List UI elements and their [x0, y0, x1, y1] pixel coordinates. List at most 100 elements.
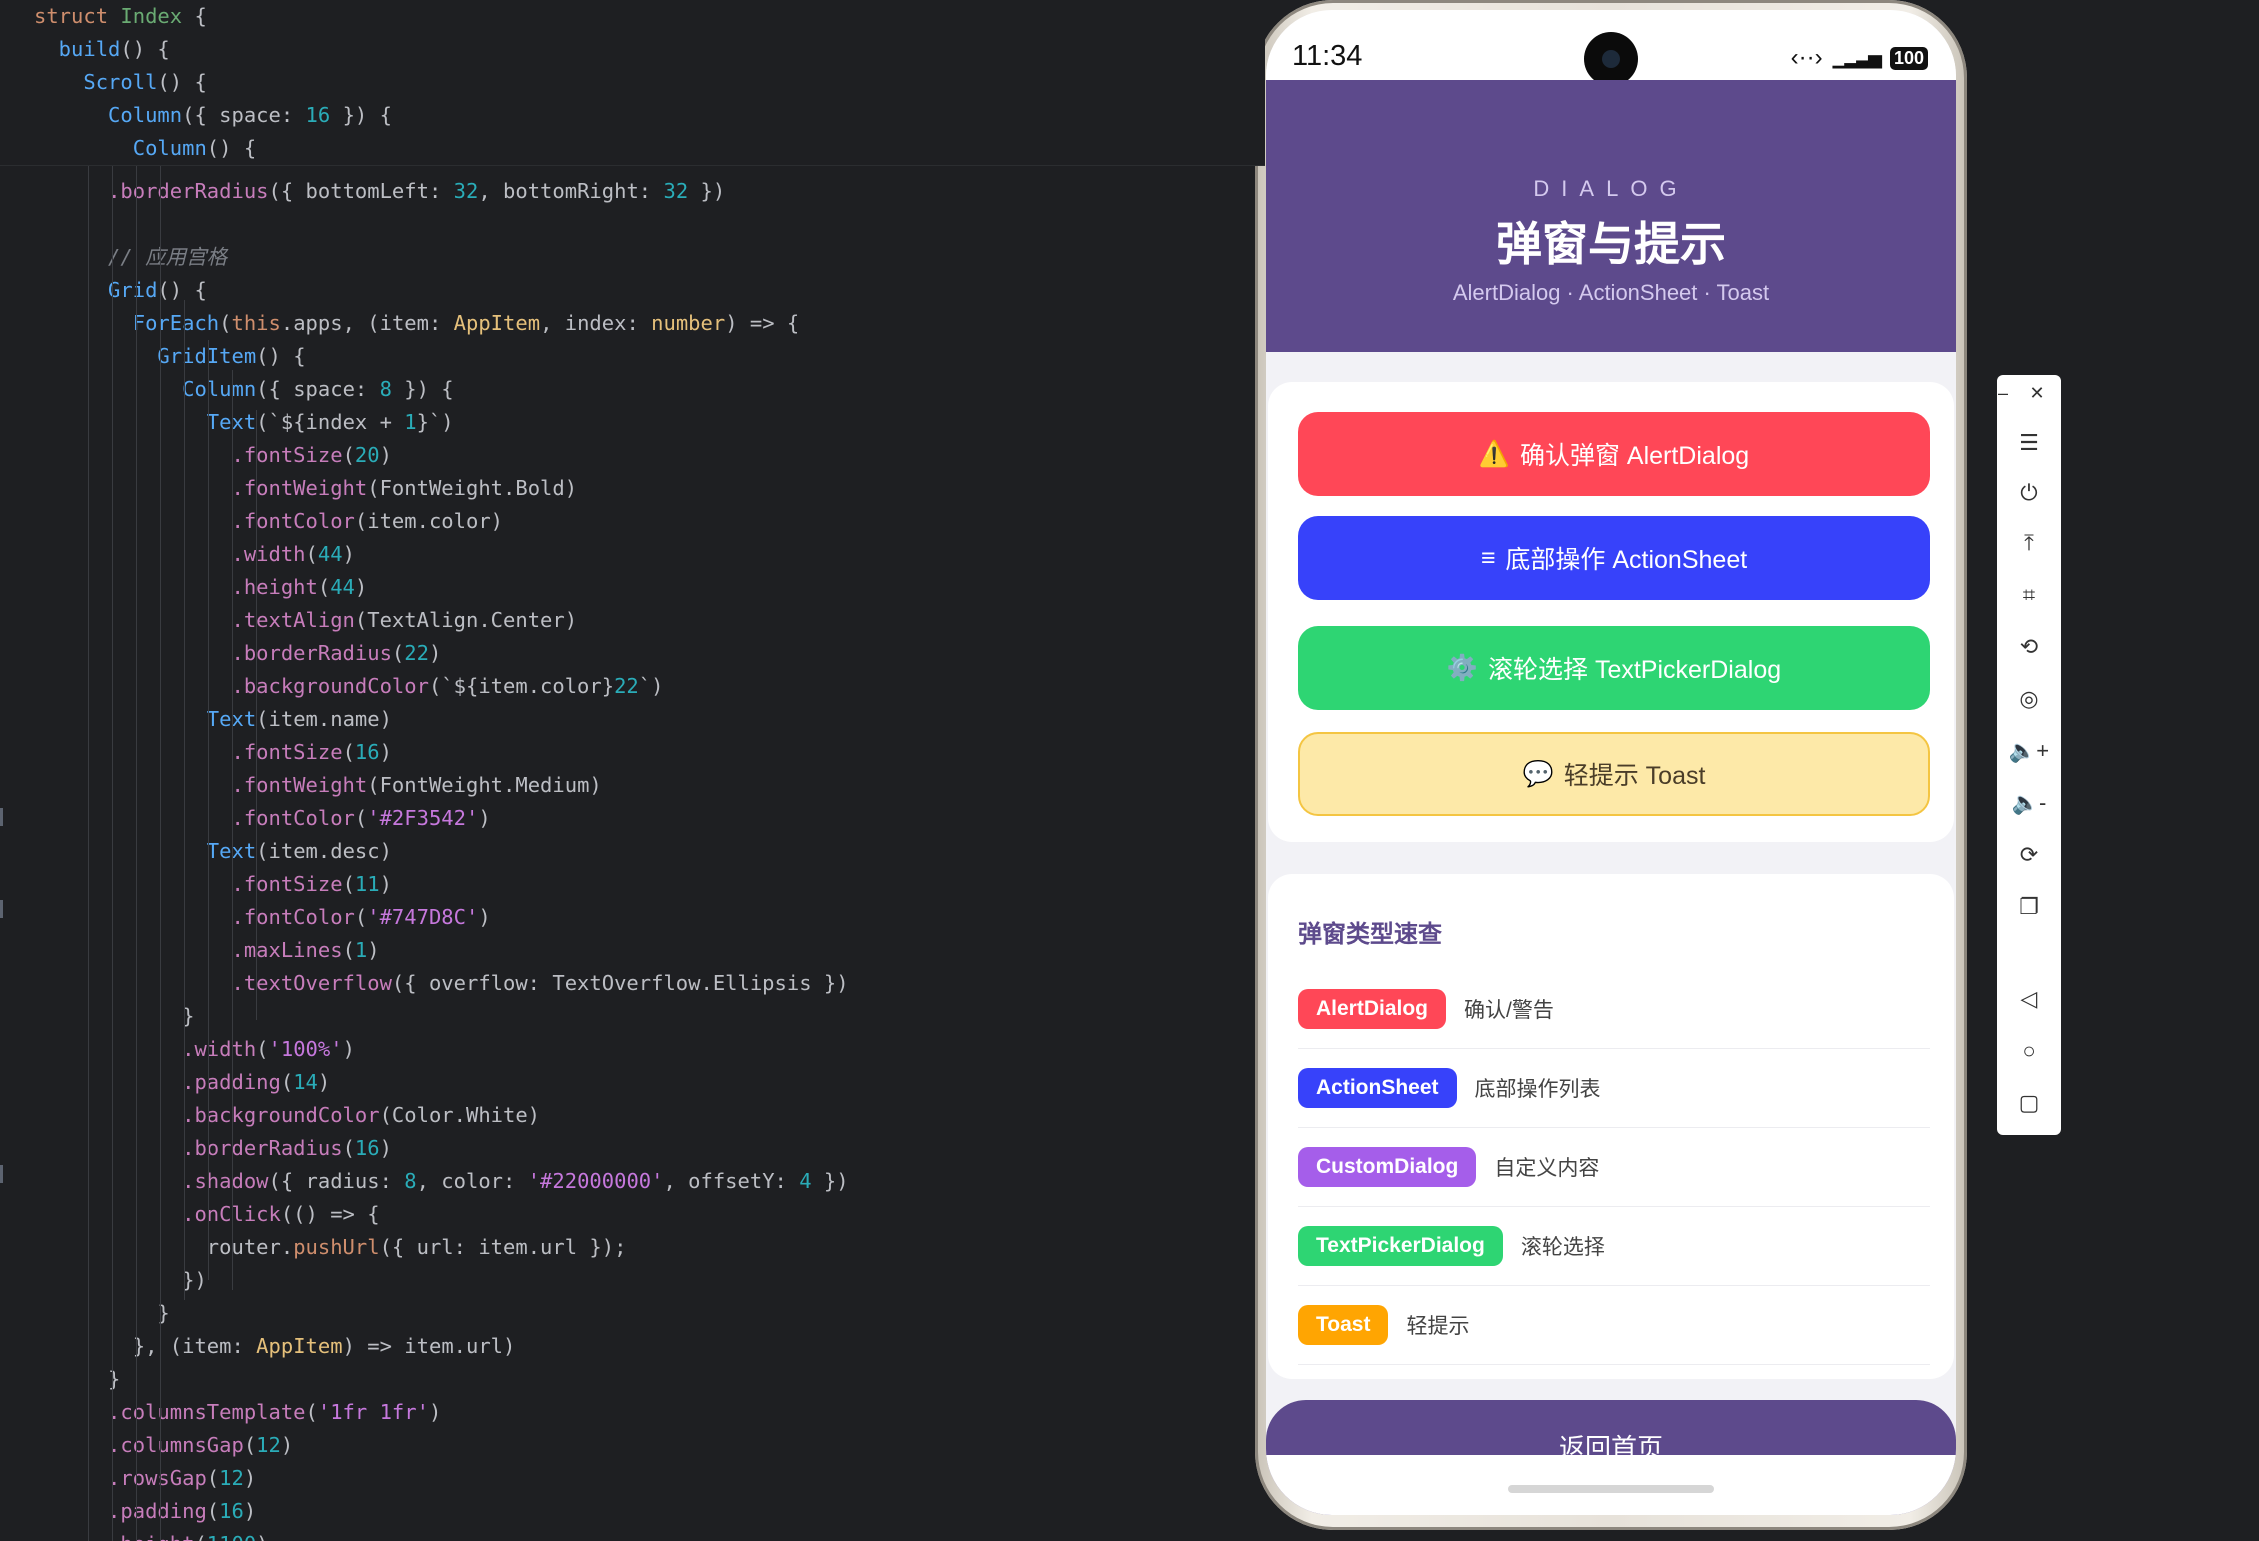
code-token: 1100 [207, 1532, 256, 1541]
code-line: .borderRadius({ bottomLeft: 32, bottomRi… [34, 175, 725, 207]
code-token: ) [379, 872, 392, 896]
code-token: .borderRadius [34, 1136, 343, 1160]
action-sheet-button[interactable]: ≡ 底部操作 ActionSheet [1298, 516, 1930, 600]
code-token: (`${item.color} [428, 674, 615, 698]
code-token: '100%' [268, 1037, 343, 1061]
code-token: (`${index + [256, 410, 405, 434]
code-token: .width [34, 542, 306, 566]
code-line: .fontColor('#747D8C') [34, 901, 490, 933]
code-token: '#747D8C' [367, 905, 479, 929]
button-label: 底部操作 ActionSheet [1505, 546, 1748, 574]
system-nav-bar [1266, 1455, 1956, 1515]
data-transfer-icon: ‹··› [1790, 44, 1823, 71]
button-label: 轻提示 Toast [1563, 762, 1706, 790]
volume-up-icon[interactable]: 🔈+ [1997, 733, 2061, 769]
code-token: .fontColor [34, 509, 355, 533]
code-token: (() => { [280, 1202, 380, 1226]
code-token: 16 [305, 103, 331, 127]
battery-icon: 100 [1889, 46, 1928, 70]
code-token: ) [256, 1532, 268, 1541]
front-camera [1584, 32, 1638, 86]
code-token: ( [305, 1400, 318, 1424]
code-token: AppItem [453, 311, 541, 335]
code-token: 16 [354, 740, 380, 764]
code-token: .height [34, 575, 318, 599]
dialog-type-desc: 确认/警告 [1464, 999, 1554, 1022]
code-editor[interactable]: struct Index { build() { Scroll() { Colu… [0, 0, 1265, 1541]
crop-icon[interactable]: ⌗ [1997, 577, 2061, 613]
rotate-device-icon[interactable]: ⟳ [1997, 837, 2061, 873]
code-token: Column [34, 377, 257, 401]
code-token: `) [638, 674, 664, 698]
code-token: } [34, 1301, 170, 1325]
code-token: ) [478, 806, 491, 830]
screenshot-icon[interactable]: ◎ [1997, 681, 2061, 717]
dialog-type-tag: ActionSheet [1298, 1068, 1457, 1108]
code-token: 11 [354, 872, 380, 896]
code-token: 32 [663, 179, 689, 203]
recent-apps-icon[interactable]: ▢ [1997, 1085, 2061, 1121]
code-token: .height [34, 1532, 194, 1541]
code-token: .onClick [34, 1202, 281, 1226]
indent-guide [208, 340, 209, 1280]
code-token: ({ bottomLeft: [268, 179, 454, 203]
code-line: }, (item: AppItem) => item.url) [34, 1330, 516, 1362]
phone-screen: 11:34 ‹··› ▁▂▃▅ 100 DIALOG 弹窗与提示 AlertDi… [1266, 10, 1956, 1515]
code-token: } [34, 1367, 121, 1391]
code-token: ( [342, 1136, 355, 1160]
code-token: 12 [256, 1433, 281, 1457]
code-line: Column({ space: 16 }) { [34, 99, 392, 131]
code-token: (item.desc) [256, 839, 392, 863]
indent-guide [232, 370, 233, 1290]
code-token: Index [120, 4, 195, 28]
power-icon[interactable]: ⏻ [1997, 475, 2061, 511]
code-line: } [34, 1297, 170, 1329]
code-token: '#22000000' [527, 1169, 664, 1193]
code-line: .columnsGap(12) [34, 1429, 293, 1461]
code-token: ({ radius: [268, 1169, 405, 1193]
quick-reference-title: 弹窗类型速查 [1298, 921, 1442, 948]
code-token: (FontWeight.Bold) [367, 476, 578, 500]
code-token: 14 [293, 1070, 318, 1094]
code-token: (TextAlign.Center) [354, 608, 578, 632]
warning-icon: ⚠️ [1478, 439, 1510, 468]
code-token: : [280, 103, 306, 127]
code-line: .width(44) [34, 538, 354, 570]
code-line: GridItem() { [34, 340, 305, 372]
code-line: } [34, 1000, 194, 1032]
code-token: (item.name) [256, 707, 392, 731]
indent-guide [160, 165, 161, 1541]
code-token: .padding [34, 1499, 207, 1523]
back-icon[interactable]: ◁ [1997, 981, 2061, 1017]
text-picker-dialog-button[interactable]: ⚙️ 滚轮选择 TextPickerDialog [1298, 626, 1930, 710]
menu-icon[interactable]: ☰ [1997, 425, 2061, 461]
home-icon[interactable]: ○ [1997, 1033, 2061, 1069]
volume-down-icon[interactable]: 🔈- [1997, 785, 2061, 821]
code-token: 20 [354, 443, 380, 467]
alert-dialog-button[interactable]: ⚠️ 确认弹窗 AlertDialog [1298, 412, 1930, 496]
code-token: () { [157, 70, 207, 94]
code-token: pushUrl [293, 1235, 380, 1259]
close-icon[interactable]: ✕ [2017, 375, 2057, 411]
dialog-type-tag: Toast [1298, 1305, 1389, 1345]
gutter-change-marker [0, 900, 3, 918]
toast-button[interactable]: 💬 轻提示 Toast [1298, 732, 1930, 816]
rotate-icon[interactable]: ⟲ [1997, 629, 2061, 665]
code-line: .shadow({ radius: 8, color: '#22000000',… [34, 1165, 849, 1197]
code-token: 22 [404, 641, 429, 665]
gutter-change-marker [0, 808, 3, 826]
code-token: .fontColor [34, 905, 355, 929]
code-line: .padding(14) [34, 1066, 330, 1098]
code-token: .fontColor [34, 806, 355, 830]
code-token: ( [342, 872, 355, 896]
dialog-type-desc: 底部操作列表 [1474, 1078, 1601, 1101]
code-line: .textAlign(TextAlign.Center) [34, 604, 577, 636]
code-line: // 应用宫格 [34, 241, 227, 273]
code-token: }) { [330, 103, 392, 127]
quickref-row: CustomDialog 自定义内容 [1298, 1128, 1930, 1207]
pin-top-icon[interactable]: ⤒ [1997, 525, 2061, 561]
code-token: 8 [379, 377, 392, 401]
home-indicator[interactable] [1508, 1485, 1714, 1493]
multi-device-icon[interactable]: ❐ [1997, 889, 2061, 925]
code-token: .shadow [34, 1169, 269, 1193]
